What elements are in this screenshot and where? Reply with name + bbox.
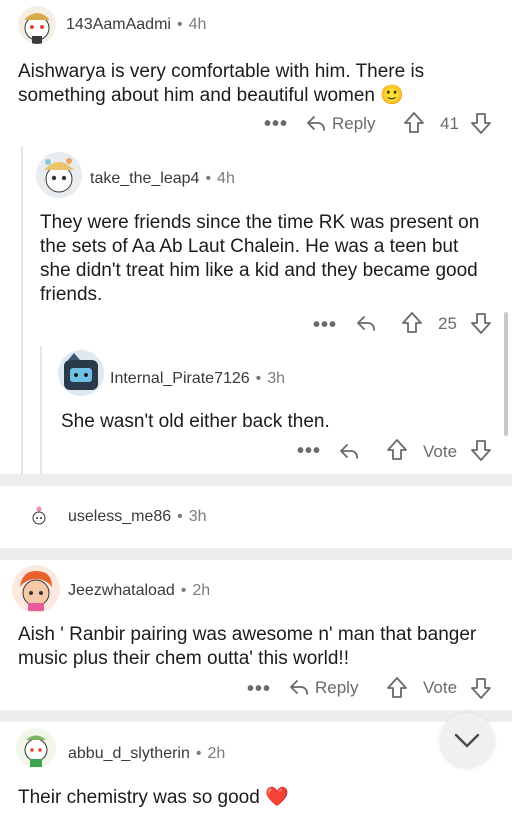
avatar[interactable] [12,565,60,613]
heart-emoji: ❤️ [265,787,289,808]
upvote-icon[interactable] [401,311,423,340]
more-icon[interactable]: ••• [247,678,271,701]
separator-dot: • [255,370,262,387]
separator-dot: • [205,170,212,187]
comment-age: 3h [188,508,207,525]
separator-dot: • [176,16,183,33]
more-icon[interactable]: ••• [264,113,288,136]
username[interactable]: Jeezwhataload [68,582,175,599]
avatar[interactable] [16,728,56,768]
comment-text: Aishwarya is very comfortable with him. … [18,60,458,108]
reply-button[interactable]: Reply [315,678,358,698]
separator [0,710,512,722]
scrollbar[interactable] [504,312,508,436]
upvote-icon[interactable] [403,111,425,140]
upvote-icon[interactable] [386,438,408,467]
comment-text: Aish ' Ranbir pairing was awesome n' man… [18,624,477,669]
comment-username[interactable]: take_the_leap4 • 4h [90,170,235,188]
separator-dot: • [177,508,183,525]
avatar[interactable] [58,350,104,396]
vote-button[interactable]: Vote [423,678,457,698]
vote-button[interactable]: Vote [423,442,457,462]
comment-text: They were friends since the time RK was … [40,212,480,305]
more-icon[interactable]: ••• [313,314,337,337]
avatar[interactable] [18,6,56,44]
emoji-smile: 🙂 [380,85,404,106]
username[interactable]: 143AamAadmi [66,16,171,33]
vote-count: 41 [440,114,459,133]
comment-text: She wasn't old either back then. [61,411,330,432]
downvote-icon[interactable] [470,676,492,705]
scroll-down-button[interactable] [440,713,494,767]
separator [0,548,512,560]
vote-count: 25 [438,314,457,333]
comment-username[interactable]: Jeezwhataload • 2h [68,582,210,600]
downvote-icon[interactable] [470,111,492,140]
comment-text: Their chemistry was so good ❤️ [18,786,458,810]
comment-username[interactable]: useless_me86 • 3h [68,508,207,526]
username[interactable]: abbu_d_slytherin [68,745,190,762]
separator-dot: • [180,582,187,599]
reply-arrow-icon[interactable] [305,112,327,139]
avatar[interactable] [28,505,50,527]
downvote-icon[interactable] [470,438,492,467]
chevron-down-icon [454,733,480,748]
comment-age: 4h [217,170,235,187]
username[interactable]: Internal_Pirate7126 [110,370,250,387]
more-icon[interactable]: ••• [297,440,321,463]
comment-age: 4h [188,16,207,33]
comment-age: 3h [267,370,286,387]
reply-arrow-icon[interactable] [355,312,377,339]
separator-dot: • [195,745,202,762]
downvote-icon[interactable] [470,311,492,340]
username[interactable]: useless_me86 [68,508,171,525]
comment-username[interactable]: abbu_d_slytherin • 2h [68,745,225,763]
comment-text-content: Their chemistry was so good [18,787,260,808]
comment-age: 2h [207,745,226,762]
upvote-icon[interactable] [386,676,408,705]
thread-line[interactable] [40,346,42,474]
separator [0,474,512,486]
thread-line[interactable] [21,146,23,474]
avatar[interactable] [36,152,82,198]
comment-username[interactable]: Internal_Pirate7126 • 3h [110,370,285,388]
reply-arrow-icon[interactable] [288,676,310,703]
comment-text-content: Aishwarya is very comfortable with him. … [18,61,425,106]
comment-age: 2h [192,582,211,599]
reply-arrow-icon[interactable] [338,440,360,467]
comment-username[interactable]: 143AamAadmi • 4h [66,16,206,34]
username[interactable]: take_the_leap4 [90,170,199,187]
reply-button[interactable]: Reply [332,114,375,134]
